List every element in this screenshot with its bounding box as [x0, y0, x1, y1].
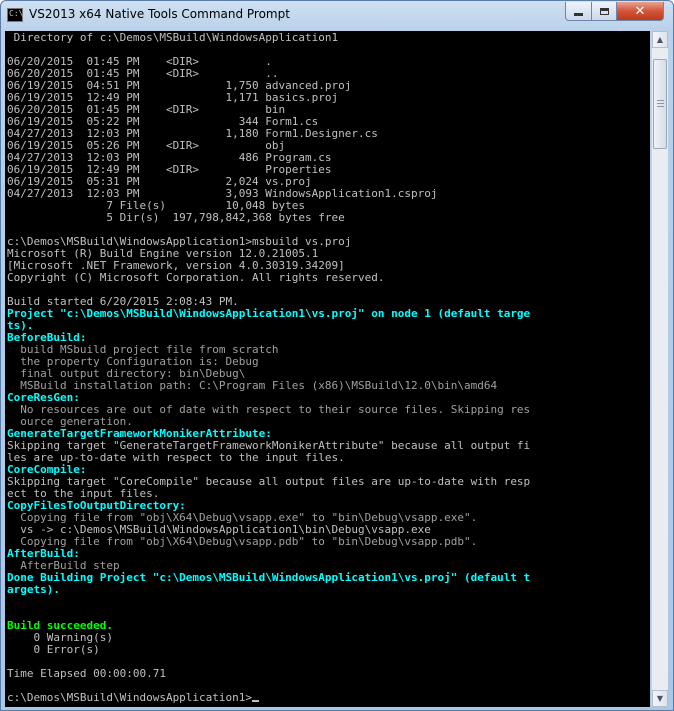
- command-prompt-icon[interactable]: C:\: [7, 8, 23, 22]
- vertical-scrollbar[interactable]: ▲ ▼: [651, 31, 668, 707]
- scrollbar-thumb[interactable]: [653, 59, 667, 149]
- thumb-grip-line: [657, 106, 664, 107]
- scroll-down-button[interactable]: ▼: [652, 690, 668, 707]
- command-prompt-icon-text: C:\: [9, 9, 24, 18]
- prompt-text: c:\Demos\MSBuild\WindowsApplication1>: [7, 691, 253, 704]
- close-button[interactable]: ✕: [616, 2, 664, 21]
- minimize-icon: [574, 12, 583, 16]
- console-output[interactable]: Directory of c:\Demos\MSBuild\WindowsApp…: [5, 31, 650, 707]
- console-line: MSBuild installation path: C:\Program Fi…: [7, 379, 498, 392]
- maximize-icon: [599, 7, 609, 15]
- text-cursor: [252, 700, 260, 702]
- console-line: Copyright (C) Microsoft Corporation. All…: [7, 271, 385, 284]
- thumb-grip-line: [657, 103, 664, 104]
- console-line: Copying file from "obj\X64\Debug\vsapp.p…: [7, 535, 478, 548]
- console-lines: Directory of c:\Demos\MSBuild\WindowsApp…: [7, 32, 530, 704]
- maximize-button[interactable]: [591, 2, 617, 21]
- title-bar[interactable]: C:\ VS2013 x64 Native Tools Command Prom…: [1, 1, 673, 31]
- close-icon: ✕: [634, 3, 646, 19]
- console-line: 5 Dir(s) 197,798,842,368 bytes free: [7, 211, 345, 224]
- console-line: 0 Error(s): [7, 643, 100, 656]
- scroll-up-button[interactable]: ▲: [652, 31, 668, 48]
- console-window: C:\ VS2013 x64 Native Tools Command Prom…: [0, 0, 674, 711]
- console-line: Done Building Project "c:\Demos\MSBuild\…: [7, 571, 531, 584]
- console-line: argets).: [7, 583, 60, 596]
- minimize-button[interactable]: [565, 2, 592, 21]
- arrow-up-icon: ▲: [656, 35, 664, 44]
- thumb-grip-line: [657, 100, 664, 101]
- console-line: Time Elapsed 00:00:00.71: [7, 667, 166, 680]
- arrow-down-icon: ▼: [656, 694, 664, 703]
- window-title: VS2013 x64 Native Tools Command Prompt: [29, 7, 290, 21]
- command-prompt-line[interactable]: c:\Demos\MSBuild\WindowsApplication1>: [7, 692, 530, 704]
- console-line: Project "c:\Demos\MSBuild\WindowsApplica…: [7, 307, 531, 320]
- console-line: Directory of c:\Demos\MSBuild\WindowsApp…: [7, 31, 339, 44]
